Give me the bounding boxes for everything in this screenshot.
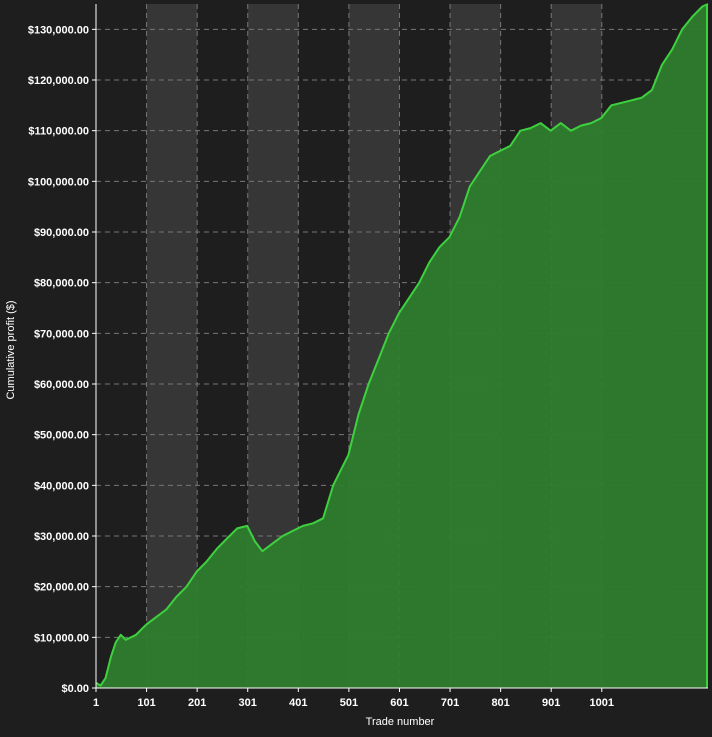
- x-tick-label: 1: [93, 697, 99, 709]
- y-tick-label: $110,000.00: [28, 126, 89, 138]
- y-tick-label: $20,000.00: [34, 582, 89, 594]
- y-tick-label: $0.00: [61, 683, 89, 695]
- x-tick-label: 401: [289, 697, 307, 709]
- y-tick-label: $80,000.00: [34, 278, 89, 290]
- chart-container: $0.00 $10,000.00 $20,000.00 $30,000.00 $40,0…: [0, 0, 712, 732]
- x-tick-label: 201: [188, 697, 206, 709]
- y-tick-label: $120,000.00: [28, 75, 89, 87]
- x-tick-label: 1001: [590, 697, 614, 709]
- profit-chart: $0.00 $10,000.00 $20,000.00 $30,000.00 $40,0…: [5, 3, 709, 728]
- y-tick-label: $130,000.00: [28, 24, 89, 36]
- y-tick-label: $100,000.00: [28, 176, 89, 188]
- y-tick-label: $10,000.00: [34, 632, 89, 644]
- y-axis-label: Cumulative profit ($): [5, 300, 17, 399]
- x-tick-label: 601: [390, 697, 408, 709]
- y-tick-label: $90,000.00: [34, 227, 89, 239]
- y-tick-label: $70,000.00: [34, 328, 89, 340]
- y-tick-label: $60,000.00: [34, 379, 89, 391]
- y-tick-labels: $0.00 $10,000.00 $20,000.00 $30,000.00 $40,0…: [28, 24, 89, 695]
- x-tick-label: 101: [137, 697, 155, 709]
- x-tick-labels: 1 101 201 301 401 501 601 701 801 901 1001: [93, 697, 614, 709]
- x-tick-label: 301: [239, 697, 257, 709]
- x-axis-label: Trade number: [366, 716, 435, 728]
- x-tick-label: 901: [542, 697, 560, 709]
- x-tick-label: 701: [441, 697, 459, 709]
- x-tick-label: 501: [340, 697, 358, 709]
- y-tick-label: $40,000.00: [34, 480, 89, 492]
- y-tick-label: $30,000.00: [34, 531, 89, 543]
- x-tick-label: 801: [491, 697, 509, 709]
- y-tick-label: $50,000.00: [34, 430, 89, 442]
